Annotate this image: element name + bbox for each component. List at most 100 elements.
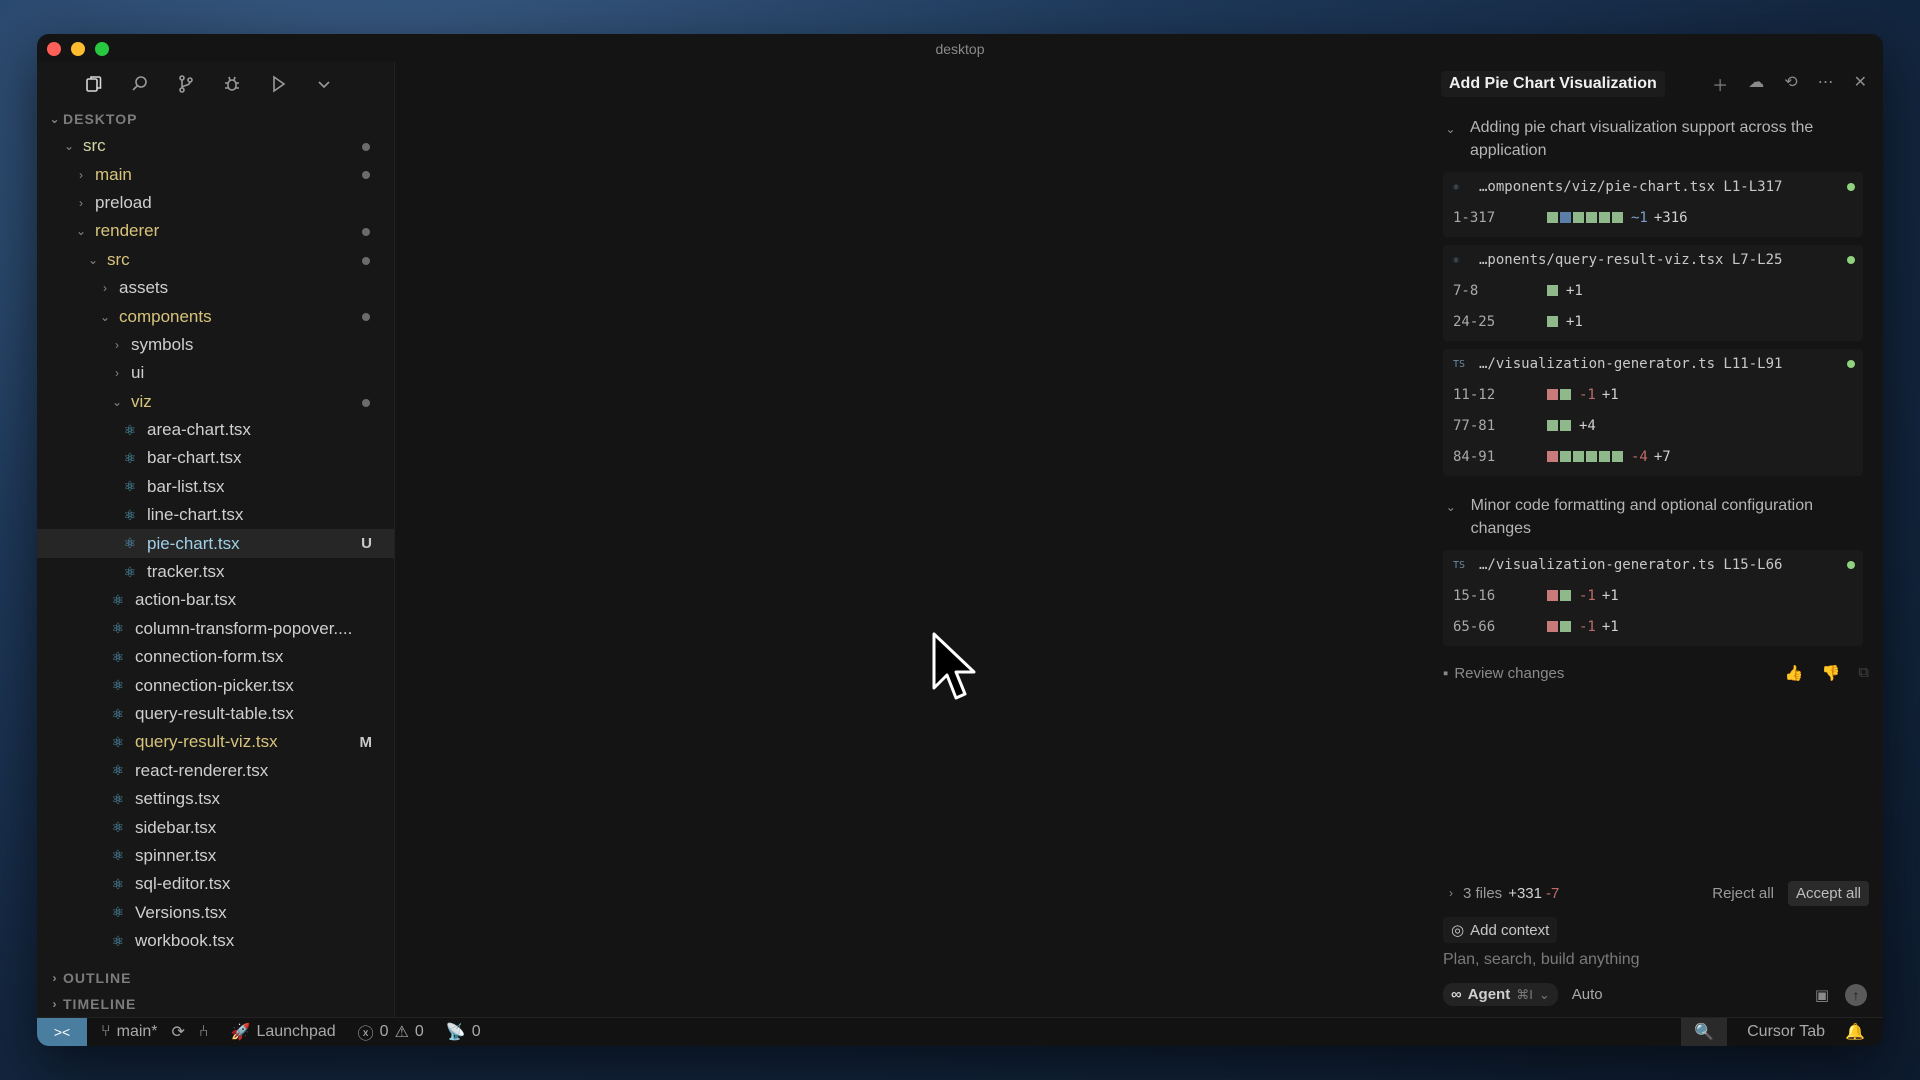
git-graph-icon[interactable]: ⑃ xyxy=(199,1023,209,1041)
chevron-down-icon[interactable] xyxy=(313,73,335,95)
react-file-icon: ⚛ xyxy=(1453,254,1460,266)
file-change-card[interactable]: ⚛ …omponents/viz/pie-chart.tsx L1-L317 1-3… xyxy=(1443,172,1863,237)
agent-mode-selector[interactable]: ∞ Agent ⌘I ⌄ xyxy=(1443,983,1558,1006)
tree-file[interactable]: ⚛ workbook.tsx xyxy=(37,927,394,955)
explorer-section-header[interactable]: ⌄ DESKTOP xyxy=(37,106,394,132)
tree-file[interactable]: ⚛ area-chart.tsx xyxy=(37,416,394,444)
diff-hunk-row[interactable]: 1-317 ~1 +316 xyxy=(1443,202,1863,233)
diff-hunk-row[interactable]: 77-81 +4 xyxy=(1443,410,1863,441)
diff-hunk-row[interactable]: 65-66 -1 +1 xyxy=(1443,611,1863,642)
tree-item-label: symbols xyxy=(131,334,194,354)
new-chat-icon[interactable]: ＋ xyxy=(1712,72,1728,96)
more-icon[interactable]: ⋯ xyxy=(1818,72,1834,96)
copy-icon[interactable]: ⧉ xyxy=(1858,664,1869,682)
prompt-input[interactable] xyxy=(1443,951,1863,969)
sync-icon[interactable]: ⟳ xyxy=(172,1022,185,1042)
file-change-card[interactable]: TS …/visualization-generator.ts L15-L66 15… xyxy=(1443,550,1863,646)
tree-folder[interactable]: ⌄ components xyxy=(37,302,394,330)
diff-block xyxy=(1547,285,1558,296)
activity-toolbar xyxy=(37,62,394,106)
tree-folder[interactable]: › preload xyxy=(37,189,394,217)
timeline-section-header[interactable]: › TIMELINE xyxy=(37,991,394,1017)
launchpad-item[interactable]: 🚀 Launchpad xyxy=(231,1022,336,1042)
file-change-card[interactable]: TS …/visualization-generator.ts L11-L91 11… xyxy=(1443,349,1863,476)
branch-indicator[interactable]: ⑂ main* xyxy=(101,1023,158,1041)
diff-hunk-row[interactable]: 11-12 -1 +1 xyxy=(1443,379,1863,410)
cursor-tab-indicator[interactable]: Cursor Tab xyxy=(1747,1023,1825,1041)
status-dot xyxy=(1847,256,1855,264)
bell-icon[interactable]: 🔔 xyxy=(1845,1022,1865,1042)
cloud-icon[interactable]: ☁ xyxy=(1748,72,1764,96)
tree-file[interactable]: ⚛ line-chart.tsx xyxy=(37,501,394,529)
tree-file[interactable]: ⚛ query-result-table.tsx xyxy=(37,700,394,728)
remote-icon[interactable]: >< xyxy=(37,1017,87,1046)
changed-file-row[interactable]: TS …/visualization-generator.ts L15-L66 xyxy=(1443,550,1863,580)
tree-file[interactable]: ⚛ pie-chart.tsx U xyxy=(37,529,394,558)
reject-all-button[interactable]: Reject all xyxy=(1712,885,1774,902)
tree-file[interactable]: ⚛ Versions.tsx xyxy=(37,899,394,927)
status-dot xyxy=(1847,561,1855,569)
review-changes-link[interactable]: Review changes xyxy=(1454,665,1564,682)
changed-file-row[interactable]: ⚛ …ponents/query-result-viz.tsx L7-L25 xyxy=(1443,245,1863,275)
tree-folder[interactable]: › ui xyxy=(37,359,394,387)
lines-added: +331 xyxy=(1508,884,1542,902)
diff-hunk-row[interactable]: 84-91 -4 +7 xyxy=(1443,441,1863,472)
diff-hunk-row[interactable]: 15-16 -1 +1 xyxy=(1443,580,1863,611)
tree-folder[interactable]: ⌄ renderer xyxy=(37,217,394,245)
git-branch-icon: ⑂ xyxy=(101,1023,111,1040)
diff-hunk-row[interactable]: 24-25 +1 xyxy=(1443,306,1863,337)
tree-folder[interactable]: ⌄ src xyxy=(37,246,394,274)
tree-file[interactable]: ⚛ tracker.tsx xyxy=(37,558,394,586)
debug-icon[interactable] xyxy=(221,73,243,95)
tree-file[interactable]: ⚛ connection-form.tsx xyxy=(37,643,394,671)
typescript-file-icon: TS xyxy=(1453,358,1466,370)
tree-file[interactable]: ⚛ action-bar.tsx xyxy=(37,586,394,614)
change-group-header[interactable]: ⌄ Minor code formatting and optional conf… xyxy=(1429,484,1883,548)
send-button[interactable]: ↑ xyxy=(1845,983,1867,1006)
tree-file[interactable]: ⚛ column-transform-popover.... xyxy=(37,615,394,643)
file-tree: ⌄ src › main › preload ⌄ renderer ⌄ src › assets ⌄ co… xyxy=(37,132,394,955)
tree-file[interactable]: ⚛ sidebar.tsx xyxy=(37,813,394,841)
tree-file[interactable]: ⚛ settings.tsx xyxy=(37,785,394,813)
search-icon[interactable] xyxy=(129,73,151,95)
tree-folder[interactable]: › assets xyxy=(37,274,394,302)
zoom-icon[interactable]: 🔍 xyxy=(1681,1017,1728,1046)
tree-file[interactable]: ⚛ bar-list.tsx xyxy=(37,473,394,501)
diff-hunk-row[interactable]: 7-8 +1 xyxy=(1443,275,1863,306)
changed-file-row[interactable]: TS …/visualization-generator.ts L11-L91 xyxy=(1443,349,1863,379)
tree-folder[interactable]: ⌄ src xyxy=(37,132,394,160)
changed-file-row[interactable]: ⚛ …omponents/viz/pie-chart.tsx L1-L317 xyxy=(1443,172,1863,202)
add-context-button[interactable]: ◎ Add context xyxy=(1443,917,1558,943)
tree-file[interactable]: ⚛ sql-editor.tsx xyxy=(37,870,394,898)
tree-folder[interactable]: ⌄ viz xyxy=(37,388,394,416)
tree-file[interactable]: ⚛ react-renderer.tsx xyxy=(37,757,394,785)
tree-item-label: ui xyxy=(131,363,145,383)
tree-folder[interactable]: › symbols xyxy=(37,331,394,359)
run-icon[interactable] xyxy=(267,73,289,95)
file-change-card[interactable]: ⚛ …ponents/query-result-viz.tsx L7-L25 7-8… xyxy=(1443,245,1863,341)
chevron-right-icon[interactable]: › xyxy=(1443,886,1459,900)
tree-file[interactable]: ⚛ spinner.tsx xyxy=(37,842,394,870)
history-icon[interactable]: ⟲ xyxy=(1784,72,1797,96)
review-icon: ▪ xyxy=(1443,664,1449,682)
tree-file[interactable]: ⚛ bar-chart.tsx xyxy=(37,444,394,472)
thumbs-down-icon[interactable]: 👎 xyxy=(1822,664,1841,682)
tree-folder[interactable]: › main xyxy=(37,160,394,188)
ports-indicator[interactable]: 📡 0 xyxy=(446,1022,481,1042)
model-selector[interactable]: Auto xyxy=(1572,986,1603,1003)
tree-file[interactable]: ⚛ query-result-viz.tsx M xyxy=(37,728,394,756)
tree-file[interactable]: ⚛ connection-picker.tsx xyxy=(37,671,394,699)
lines-added: +1 xyxy=(1566,282,1583,299)
accept-all-button[interactable]: Accept all xyxy=(1787,880,1869,906)
source-control-icon[interactable] xyxy=(175,73,197,95)
chat-tab-title[interactable]: Add Pie Chart Visualization xyxy=(1441,71,1665,97)
thumbs-up-icon[interactable]: 👍 xyxy=(1785,664,1804,682)
change-group-header[interactable]: ⌄ Adding pie chart visualization support … xyxy=(1429,106,1883,170)
diff-block xyxy=(1560,590,1571,601)
lines-added: +1 xyxy=(1601,587,1619,604)
image-icon[interactable]: ▣ xyxy=(1815,986,1829,1004)
explorer-icon[interactable] xyxy=(83,73,105,95)
close-icon[interactable]: ✕ xyxy=(1854,72,1867,96)
problems-indicator[interactable]: ⓧ 0 ⚠ 0 xyxy=(358,1020,424,1044)
outline-section-header[interactable]: › OUTLINE xyxy=(37,965,394,991)
